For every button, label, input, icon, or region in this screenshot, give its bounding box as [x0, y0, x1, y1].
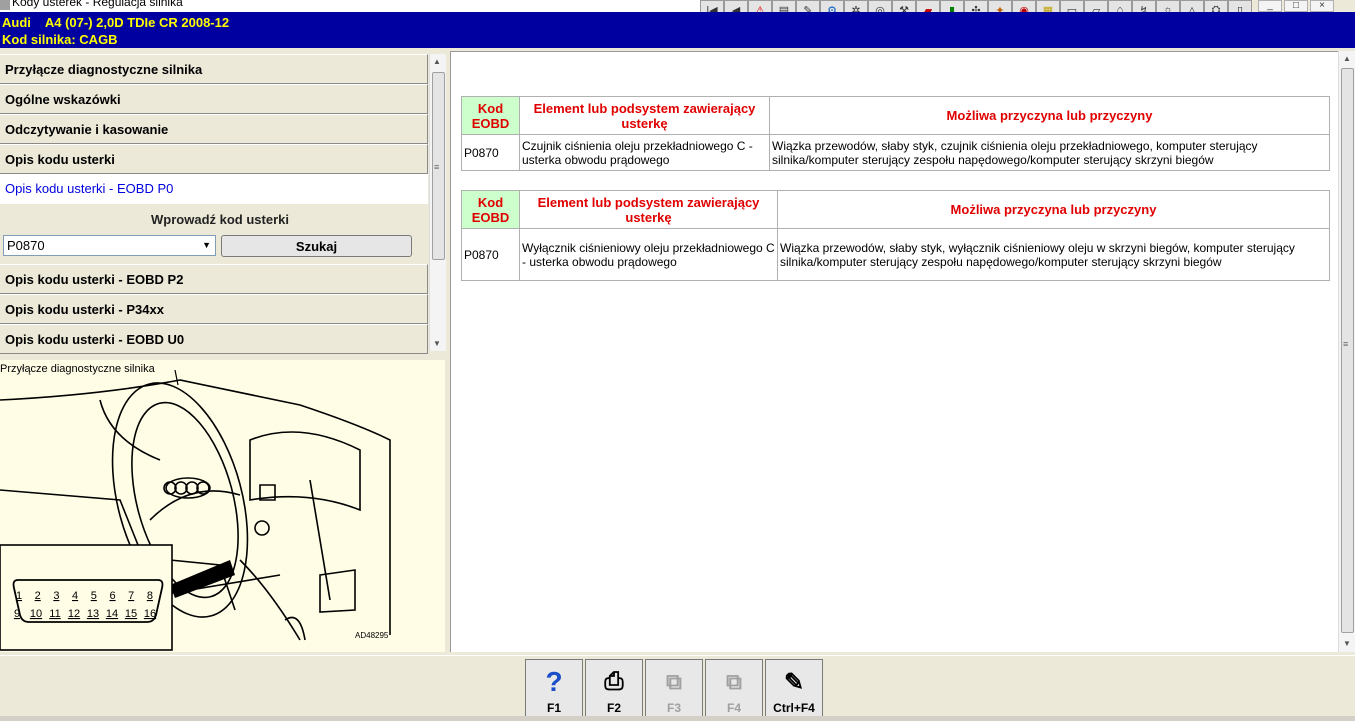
menu-read-clear[interactable]: Odczytywanie i kasowanie — [0, 114, 428, 144]
connector-pin-label: 7 — [128, 590, 134, 602]
engine-code: Kod silnika: CAGB — [2, 32, 118, 47]
paste-icon: ⧉ — [726, 669, 742, 694]
search-button[interactable]: Szukaj — [221, 235, 412, 257]
menu-dtc-eobd-p2[interactable]: Opis kodu usterki - EOBD P2 — [0, 264, 428, 294]
figure-caption: Przyłącze diagnostyczne silnika — [0, 363, 155, 375]
connector-pin-label: 2 — [35, 590, 41, 602]
connector-pin-label: 9 — [14, 608, 20, 620]
function-bar: ? F1 ⎙ F2 ⧉ F3 ⧉ F4 ✎ Ctrl+F4 — [0, 655, 1355, 721]
notes-button[interactable]: ✎ Ctrl+F4 — [765, 659, 823, 719]
table-header-row: Kod EOBD Element lub podsystem zawierają… — [461, 96, 1330, 135]
enter-code-label: Wprowadź kod usterki — [151, 212, 289, 227]
connector-pin-label: 15 — [125, 608, 137, 620]
chevron-down-icon[interactable]: ▼ — [202, 240, 211, 250]
notes-icon: ✎ — [783, 668, 805, 696]
maximize-button[interactable]: □ — [1284, 0, 1308, 12]
dtc-table-1: Kod EOBD Element lub podsystem zawierają… — [461, 96, 1330, 171]
menu-dtc-p34xx[interactable]: Opis kodu usterki - P34xx — [0, 294, 428, 324]
table-row: P0870 Czujnik ciśnienia oleju przekładni… — [461, 134, 1330, 171]
window-title: Kody usterek - Regulacja silnika — [12, 0, 183, 9]
vehicle-model: Audi A4 (07-) 2,0D TDIe CR 2008-12 — [2, 15, 230, 30]
connector-pin-label: 13 — [87, 608, 99, 620]
cell-cause: Wiązka przewodów, słaby styk, wyłącznik … — [777, 228, 1330, 281]
table-row: P0870 Wyłącznik ciśnieniowy oleju przekł… — [461, 228, 1330, 281]
notes-key: Ctrl+F4 — [773, 701, 815, 715]
menu-dtc-description[interactable]: Opis kodu usterki — [0, 144, 428, 174]
scroll-down-icon[interactable]: ▼ — [1343, 639, 1351, 648]
dashboard-drawing: 1 2 3 4 5 6 7 89 10 11 12 13 14 15 16 AD48295 — [0, 369, 391, 651]
copy-icon: ⧉ — [666, 669, 682, 694]
connector-pin-label: 6 — [109, 590, 115, 602]
close-button[interactable]: × — [1310, 0, 1334, 12]
grip-icon: ≡ — [434, 162, 440, 172]
header-code: Kod EOBD — [461, 190, 520, 229]
header-element: Element lub podsystem zawierający usterk… — [519, 96, 770, 135]
code-combobox[interactable]: P0870 ▼ — [3, 235, 216, 256]
left-panel: Przyłącze diagnostyczne silnika Ogólne w… — [0, 48, 447, 654]
figure-reference: AD48295 — [355, 631, 389, 640]
connector-pin-label: 1 — [16, 590, 22, 602]
scroll-down-icon[interactable]: ▼ — [433, 339, 441, 348]
header-element: Element lub podsystem zawierający usterk… — [519, 190, 778, 229]
help-button[interactable]: ? F1 — [525, 659, 583, 719]
status-bar — [0, 716, 1355, 721]
minimize-button[interactable]: _ — [1258, 0, 1282, 12]
header-cause: Możliwa przyczyna lub przyczyny — [777, 190, 1330, 229]
grip-icon: ≡ — [1343, 339, 1349, 349]
header-cause: Możliwa przyczyna lub przyczyny — [769, 96, 1330, 135]
copy-key: F3 — [666, 701, 681, 715]
table-header-row: Kod EOBD Element lub podsystem zawierają… — [461, 190, 1330, 229]
connector-pin-label: 8 — [147, 590, 153, 602]
code-value: P0870 — [7, 238, 45, 253]
menu-diagnostic-connector[interactable]: Przyłącze diagnostyczne silnika — [0, 54, 428, 84]
printer-icon: ⎙ — [604, 668, 624, 695]
connector-pin-label: 11 — [49, 608, 60, 620]
cell-code: P0870 — [461, 228, 520, 281]
vehicle-header: Audi A4 (07-) 2,0D TDIe CR 2008-12 Kod s… — [0, 12, 1355, 48]
connector-pin-label: 12 — [68, 608, 80, 620]
connector-pin-label: 4 — [72, 590, 78, 602]
content-area: Kod EOBD Element lub podsystem zawierają… — [450, 51, 1338, 652]
right-scrollbar[interactable]: ▲ ≡ ▼ — [1338, 51, 1355, 652]
copy-button[interactable]: ⧉ F3 — [645, 659, 703, 719]
menu-general-notes[interactable]: Ogólne wskazówki — [0, 84, 428, 114]
scroll-up-icon[interactable]: ▲ — [1343, 54, 1351, 63]
cell-element: Wyłącznik ciśnieniowy oleju przekładniow… — [519, 228, 778, 281]
connector-pin-label: 10 — [30, 608, 42, 620]
print-button[interactable]: ⎙ F2 — [585, 659, 643, 719]
paste-button[interactable]: ⧉ F4 — [705, 659, 763, 719]
menu-dtc-eobd-u0[interactable]: Opis kodu usterki - EOBD U0 — [0, 324, 428, 354]
scroll-up-icon[interactable]: ▲ — [433, 57, 441, 66]
dtc-table-2: Kod EOBD Element lub podsystem zawierają… — [461, 190, 1330, 281]
connector-pin-label: 16 — [144, 608, 156, 620]
paste-key: F4 — [726, 701, 741, 715]
cell-cause: Wiązka przewodów, słaby styk, czujnik ci… — [769, 134, 1330, 171]
scroll-thumb[interactable] — [1341, 68, 1354, 633]
print-key: F2 — [606, 701, 621, 715]
header-code: Kod EOBD — [461, 96, 520, 135]
cell-code: P0870 — [461, 134, 520, 171]
connector-figure: 1 2 3 4 5 6 7 8 9 10 11 12 13 14 15 16 AD48295 Przyłącz… — [0, 360, 445, 652]
app-icon — [0, 0, 10, 10]
menu-dtc-eobd-p0[interactable]: Opis kodu usterki - EOBD P0 — [0, 174, 428, 204]
connector-pin-label: 5 — [91, 590, 97, 602]
connector-pin-label: 3 — [53, 590, 59, 602]
connector-pin-label: 14 — [106, 608, 118, 620]
help-key: F1 — [546, 701, 561, 715]
window-titlebar: Kody usterek - Regulacja silnika — [0, 0, 700, 12]
help-icon: ? — [545, 666, 563, 697]
cell-element: Czujnik ciśnienia oleju przekładniowego … — [519, 134, 770, 171]
left-scrollbar[interactable]: ▲ ≡ ▼ — [429, 54, 446, 351]
